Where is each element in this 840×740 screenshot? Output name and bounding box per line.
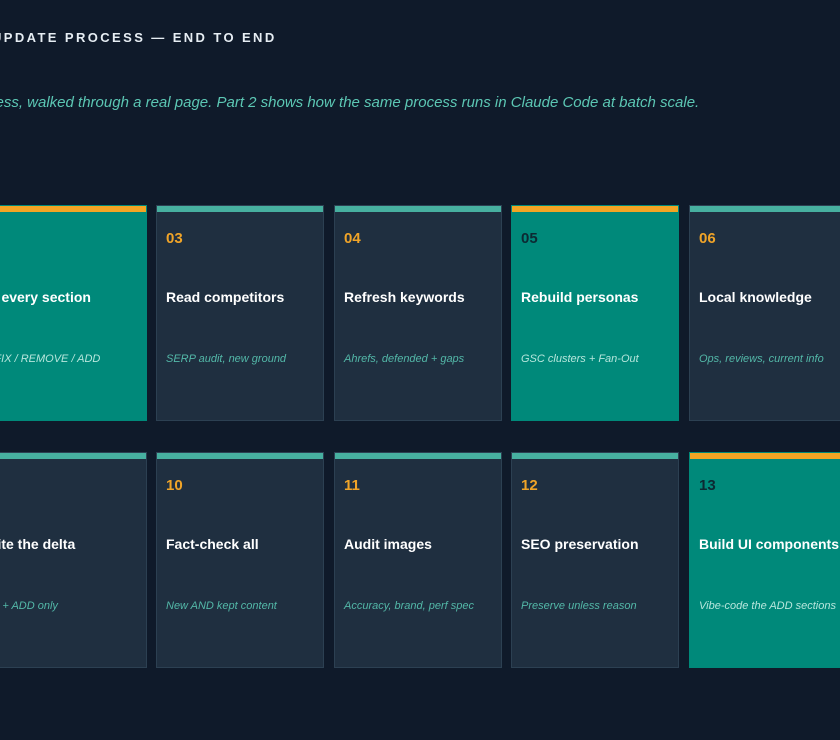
step-title: Audit images (344, 536, 432, 552)
step-description: X + ADD only (0, 600, 58, 612)
step-title: Local knowledge (699, 289, 812, 305)
page-subtitle: cess, walked through a real page. Part 2… (0, 94, 700, 111)
step-card-9: 9 rite the delta X + ADD only (0, 452, 147, 668)
step-card-12: 12 SEO preservation Preserve unless reas… (511, 452, 679, 668)
step-number: 12 (521, 477, 538, 494)
card-accent-bar (690, 453, 840, 459)
step-description: New AND kept content (166, 600, 277, 612)
step-description: Accuracy, brand, perf spec (344, 600, 475, 612)
step-title: SEO preservation (521, 536, 639, 552)
step-description: Ahrefs, defended + gaps (344, 353, 465, 365)
step-description: Preserve unless reason (521, 600, 637, 612)
step-description: EP / FIX / REMOVE / ADD (0, 353, 101, 365)
card-accent-bar (157, 206, 323, 212)
card-accent-bar (0, 206, 146, 212)
step-title: Build UI components (699, 536, 839, 552)
step-card-03: 03 Read competitors SERP audit, new grou… (156, 205, 324, 421)
step-card-04: 04 Refresh keywords Ahrefs, defended + g… (334, 205, 502, 421)
step-number: 13 (699, 477, 716, 494)
step-number: 05 (521, 230, 538, 247)
step-number: 06 (699, 230, 716, 247)
step-card-10: 10 Fact-check all New AND kept content (156, 452, 324, 668)
step-title: Fact-check all (166, 536, 259, 552)
step-description: Vibe-code the ADD sections (699, 600, 836, 612)
step-title: Read competitors (166, 289, 285, 305)
step-number: 11 (344, 477, 360, 494)
step-description: GSC clusters + Fan-Out (521, 353, 639, 365)
card-accent-bar (335, 453, 501, 459)
step-card-06: 06 Local knowledge Ops, reviews, current… (689, 205, 840, 421)
step-number: 04 (344, 230, 361, 247)
step-card-13: 13 Build UI components Vibe-code the ADD… (689, 452, 840, 668)
card-accent-bar (335, 206, 501, 212)
page-title: UPDATE PROCESS — END TO END (0, 30, 277, 45)
step-title: g every section (0, 289, 91, 305)
card-accent-bar (512, 206, 678, 212)
card-accent-bar (157, 453, 323, 459)
step-description: SERP audit, new ground (166, 353, 287, 365)
step-card-05: 05 Rebuild personas GSC clusters + Fan-O… (511, 205, 679, 421)
step-title: rite the delta (0, 536, 76, 552)
step-card-2: 2 g every section EP / FIX / REMOVE / AD… (0, 205, 147, 421)
step-card-11: 11 Audit images Accuracy, brand, perf sp… (334, 452, 502, 668)
step-title: Rebuild personas (521, 289, 639, 305)
card-accent-bar (690, 206, 840, 212)
card-accent-bar (512, 453, 678, 459)
step-title: Refresh keywords (344, 289, 465, 305)
step-number: 03 (166, 230, 183, 247)
step-description: Ops, reviews, current info (699, 353, 824, 365)
step-number: 10 (166, 477, 183, 494)
card-accent-bar (0, 453, 146, 459)
